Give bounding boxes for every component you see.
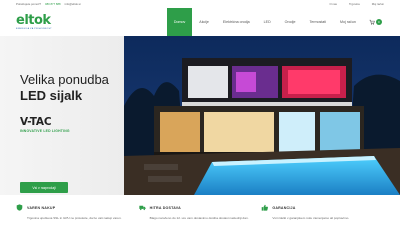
feature-title: VAREN NAKUP	[27, 205, 56, 210]
features-row: VAREN NAKUP Trgovina upošteva SSL in GPU…	[0, 196, 400, 240]
site-header: eltok ENERGIJA ZA PRIHODNOST Domov Akcij…	[0, 8, 400, 36]
feature-secure-purchase: VAREN NAKUP Trgovina upošteva SSL in GPU…	[16, 204, 139, 240]
nav-item-led[interactable]: LED	[257, 8, 278, 36]
nav-item-deals[interactable]: Akcije	[192, 8, 216, 36]
feature-fast-delivery: HITRA DOSTAVA Blago naročeno do 12. ure …	[139, 204, 262, 240]
hero-banner: Velika ponudba LED sijalk V-TAC INNOVATI…	[0, 36, 400, 195]
nav-item-account[interactable]: Moj račun	[333, 8, 363, 36]
cart-icon	[369, 19, 375, 25]
cart-button[interactable]: 0	[369, 19, 382, 25]
help-text: Potrebujete pomoč?	[16, 2, 42, 6]
hero-headline: Velika ponudba LED sijalk	[20, 72, 109, 105]
feature-warranty: GARANCIJA Vsi izdelki v garanjskem roku …	[261, 204, 384, 240]
main-nav: Domov Akcije Elektrićna orodja LED Orodj…	[166, 8, 382, 36]
truck-icon	[139, 205, 146, 211]
top-link-shop[interactable]: Trgovina	[349, 2, 360, 6]
cart-count-badge: 0	[375, 19, 382, 25]
vtac-slogan: INNOVATIVE LED LIGHTING	[20, 129, 70, 133]
top-utility-bar: Potrebujete pomoč? 080 877 888 info@elto…	[0, 0, 400, 8]
feature-description: Blago naročeno do 12. ure vam dostavimo …	[149, 216, 249, 220]
feature-description: Trgovina upošteva SSL in GPU ne protokol…	[27, 216, 122, 220]
nav-item-thermostats[interactable]: Termostati	[302, 8, 333, 36]
thumbs-up-icon	[262, 204, 269, 211]
shield-icon	[16, 204, 23, 211]
vtac-wordmark: V-TAC	[20, 116, 52, 128]
phone-link[interactable]: 080 877 888	[45, 2, 61, 6]
feature-title: HITRA DOSTAVA	[149, 205, 181, 210]
top-link-account[interactable]: Moj račun	[372, 2, 384, 6]
top-link-about[interactable]: O nas	[329, 2, 336, 6]
hero-cta-button[interactable]: Vsi v razprodaji	[20, 182, 68, 193]
modern-house-night-photo	[124, 36, 400, 195]
hero-headline-line1: Velika ponudba	[20, 72, 109, 87]
feature-description: Vsi izdelki v garanjskem roku zamenjamo …	[272, 216, 350, 220]
nav-item-tools[interactable]: Orodje	[278, 8, 303, 36]
feature-title: GARANCIJA	[272, 205, 296, 210]
site-logo[interactable]: eltok ENERGIJA ZA PRIHODNOST	[16, 14, 52, 30]
logo-word: eltok	[16, 12, 51, 28]
vtac-brand-logo: V-TAC INNOVATIVE LED LIGHTING	[20, 116, 76, 138]
nav-item-power-tools[interactable]: Elektrićna orodja	[216, 8, 257, 36]
email-link[interactable]: info@eltok.si	[65, 2, 81, 6]
hero-headline-line2: LED sijalk	[20, 88, 83, 104]
nav-item-home[interactable]: Domov	[166, 8, 193, 36]
logo-tagline: ENERGIJA ZA PRIHODNOST	[16, 27, 52, 30]
